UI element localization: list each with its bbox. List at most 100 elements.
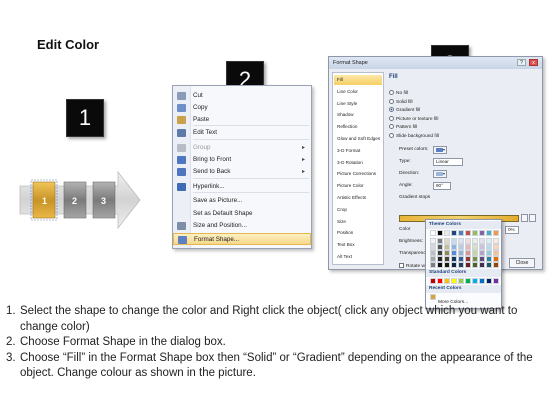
nav-item[interactable]: Line Color	[334, 87, 382, 97]
context-menu-item-label: Send to Back	[193, 168, 231, 175]
theme-color-swatch[interactable]	[437, 230, 443, 236]
nav-item[interactable]: Shadow	[334, 110, 382, 120]
nav-item[interactable]: Picture Corrections	[334, 169, 382, 179]
theme-shade-swatch[interactable]	[486, 262, 492, 268]
standard-color-swatch[interactable]	[451, 278, 457, 284]
standard-color-swatch[interactable]	[444, 278, 450, 284]
nav-item[interactable]: Fill	[334, 75, 382, 85]
send-back-icon	[177, 168, 186, 176]
nav-item[interactable]: Alt Text	[334, 252, 382, 262]
standard-color-swatch[interactable]	[437, 278, 443, 284]
standard-color-swatch[interactable]	[493, 278, 499, 284]
context-menu-item[interactable]: Send to Back ▸	[173, 166, 311, 178]
theme-shade-swatch[interactable]	[451, 262, 457, 268]
standard-color-swatch[interactable]	[486, 278, 492, 284]
theme-shade-swatch[interactable]	[437, 262, 443, 268]
context-menu-item[interactable]: Format Shape...	[173, 233, 311, 245]
preset-colors-dropdown[interactable]: ▾	[433, 146, 447, 154]
fill-option-radio[interactable]: Picture or texture fill	[389, 115, 438, 122]
theme-color-swatch[interactable]	[444, 230, 450, 236]
nav-item[interactable]: 3-D Format	[334, 146, 382, 156]
theme-shade-swatch[interactable]	[479, 262, 485, 268]
instruction-item: 1. Select the shape to change the color …	[6, 304, 554, 335]
context-menu-item-label: Bring to Front	[193, 156, 232, 163]
standard-color-swatch[interactable]	[458, 278, 464, 284]
theme-color-swatch[interactable]	[465, 230, 471, 236]
standard-color-swatch[interactable]	[465, 278, 471, 284]
instructions-list: 1. Select the shape to change the color …	[6, 304, 554, 382]
context-menu-item[interactable]: Save as Picture...	[173, 195, 311, 207]
standard-color-swatch[interactable]	[430, 278, 436, 284]
fill-option-radio[interactable]: Solid fill	[389, 98, 413, 105]
instruction-number: 3.	[6, 351, 16, 364]
submenu-chevron-icon: ▸	[301, 169, 305, 175]
nav-item[interactable]: Crop	[334, 205, 382, 215]
theme-color-swatch[interactable]	[479, 230, 485, 236]
nav-item[interactable]: Artistic Effects	[334, 193, 382, 203]
fill-option-radio[interactable]: Gradient fill	[389, 107, 420, 113]
nav-item[interactable]: Glow and Soft Edges	[334, 134, 382, 144]
context-menu-item[interactable]: Cut	[173, 90, 311, 102]
color-picker-popup: Theme Colors Standard Colors Recent Colo…	[425, 219, 502, 309]
rotate-checkbox-box[interactable]	[399, 263, 404, 268]
context-menu-item[interactable]: Edit Text	[173, 127, 311, 139]
nav-item[interactable]: Size	[334, 217, 382, 227]
nav-item[interactable]: Picture Color	[334, 181, 382, 191]
nav-item[interactable]: Reflection	[334, 122, 382, 132]
theme-shade-swatch[interactable]	[472, 262, 478, 268]
fill-option-label: Solid fill	[396, 99, 413, 105]
radio-button[interactable]	[389, 107, 394, 113]
theme-color-swatch[interactable]	[493, 230, 499, 236]
angle-input[interactable]: 90°	[433, 182, 451, 190]
type-dropdown[interactable]: Linear	[433, 158, 463, 166]
radio-button[interactable]	[389, 98, 394, 104]
remove-stop-button[interactable]	[529, 214, 536, 222]
fill-option-radio[interactable]: Pattern fill	[389, 124, 417, 130]
close-button[interactable]: Close	[509, 258, 535, 268]
context-menu-item[interactable]: Bring to Front ▸	[173, 154, 311, 166]
step-number-1: 1	[66, 99, 104, 137]
context-menu-item[interactable]: Copy	[173, 102, 311, 114]
add-stop-button[interactable]	[521, 214, 528, 222]
context-menu-item[interactable]: Group ▸	[173, 142, 311, 154]
arrow-segment-3-label: 3	[101, 196, 106, 206]
recent-color-swatch[interactable]	[430, 294, 436, 300]
theme-color-swatch[interactable]	[451, 230, 457, 236]
radio-button[interactable]	[389, 90, 394, 95]
hyperlink-icon	[177, 183, 186, 191]
theme-color-swatch[interactable]	[472, 230, 478, 236]
theme-shade-swatch[interactable]	[465, 262, 471, 268]
standard-color-swatch[interactable]	[479, 278, 485, 284]
position-input[interactable]: 0%	[505, 226, 519, 234]
theme-color-swatch[interactable]	[458, 230, 464, 236]
context-menu-item[interactable]: Set as Default Shape	[173, 208, 311, 220]
scissors-icon	[177, 92, 186, 100]
fill-option-radio[interactable]: No fill	[389, 90, 408, 96]
help-button[interactable]: ?	[517, 59, 526, 66]
edit-text-icon	[177, 129, 186, 137]
fill-option-radio[interactable]: Slide background fill	[389, 133, 439, 139]
dialog-close-icon[interactable]: x	[529, 59, 538, 66]
standard-color-swatch[interactable]	[472, 278, 478, 284]
context-menu-item-label: Cut	[193, 92, 203, 99]
context-menu-item[interactable]: Size and Position...	[173, 220, 311, 232]
theme-shade-swatch[interactable]	[430, 262, 436, 268]
arrow-segment-2-label: 2	[72, 196, 77, 206]
instruction-item: 2. Choose Format Shape in the dialog box…	[6, 335, 554, 351]
theme-shade-swatch[interactable]	[444, 262, 450, 268]
theme-color-swatch[interactable]	[486, 230, 492, 236]
nav-item[interactable]: 3-D Rotation	[334, 158, 382, 168]
theme-shade-swatch[interactable]	[493, 262, 499, 268]
fill-option-label: Gradient fill	[396, 107, 421, 113]
color-label: Color	[399, 227, 411, 232]
nav-item[interactable]: Line Style	[334, 99, 382, 109]
radio-button[interactable]	[389, 115, 394, 121]
theme-shade-swatch[interactable]	[458, 262, 464, 268]
radio-button[interactable]	[389, 124, 394, 130]
nav-item[interactable]: Text Box	[334, 240, 382, 250]
nav-item[interactable]: Position	[334, 228, 382, 238]
theme-color-swatch[interactable]	[430, 230, 436, 236]
radio-button[interactable]	[389, 133, 394, 138]
direction-dropdown[interactable]: ▾	[433, 170, 447, 178]
arrow-shape[interactable]: 1 2 3	[16, 168, 142, 232]
